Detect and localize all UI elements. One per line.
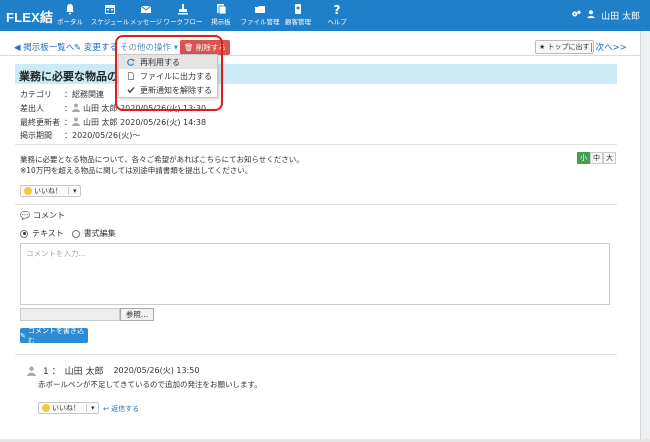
nav-board-label: 掲示板 [211,18,231,26]
updater-label: 最終更新者 [20,118,60,127]
category-value: ：総務関連 [64,90,104,99]
highlight-annotation [115,35,223,111]
period-label: 掲示期間 [20,131,52,140]
category-label: カテゴリ [20,90,52,99]
post-toolbar: ◀ 掲示板一覧へ ✎ 変更する その他の操作 ▾ 🗑 削除する ★ トップに出す… [0,36,640,56]
comment-icon: 💬 [20,211,30,220]
period-value: ：2020/05/26(火)～ [64,131,141,140]
comment-number: 1 ： [43,367,61,377]
submit-comment-button[interactable]: ✎ コメントを書き込む [20,326,88,345]
to-top-label: トップに出す [547,43,590,51]
next-label: 次へ>> [595,43,627,53]
rich-mode-label[interactable]: 書式編集 [84,228,116,239]
chevron-down-icon[interactable]: ▾ [86,404,95,412]
top-nav-bar: FLEX結 ポータル スケジュール メッセージ ワークフロー 掲示板 ファイル管… [0,0,650,31]
text-mode-label[interactable]: テキスト [32,228,64,239]
comment-input[interactable]: コメントを入力... [20,243,610,305]
body-line-1: 業務に必要となる物品について、各々ご希望があればこちらにてお知らせください。 [20,155,304,164]
period-row: 掲示期間 ：2020/05/26(火)～ [20,130,140,141]
font-size-small[interactable]: 小 [577,152,590,164]
avatar [27,366,36,376]
avatar [72,117,80,126]
user-area[interactable]: 山田 太郎 [571,9,640,22]
scrollbar[interactable] [640,31,650,442]
back-to-list-link[interactable]: ◀ 掲示板一覧へ [14,41,74,53]
like-label: いいね！ [34,187,62,195]
comment-header: 1 ： 山田 太郎 2020/05/26(火) 13:50 [27,364,199,377]
editor-mode-row: テキスト 書式編集 [20,228,116,239]
nav-help[interactable]: ? ヘルプ [307,3,367,26]
pencil-icon: ✎ [20,331,26,340]
reply-link[interactable]: ↩ 返信する [103,404,139,414]
to-top-button[interactable]: ★ トップに出す [535,40,594,54]
updater-row: 最終更新者：山田 太郎 2020/05/26(火) 14:38 [20,117,207,127]
user-icon [586,9,596,22]
comment-date: 2020/05/26(火) 13:50 [113,366,200,375]
smile-icon [42,404,50,412]
comment-title-text: コメント [32,211,65,220]
smile-icon [24,187,32,195]
post-title: 業務に必要な物品の募集 [15,64,617,84]
edit-link[interactable]: ✎ 変更する [74,41,118,53]
avatar [72,103,80,112]
browse-button[interactable]: 参照... [120,308,154,321]
comment-section-title: 💬 コメント [20,210,65,221]
next-link[interactable]: | 次へ>> [590,41,627,53]
updater-value: 山田 太郎 2020/05/26(火) 14:38 [83,118,207,127]
reply-label: 返信する [111,405,140,413]
body-line-2: ※10万円を超える物品に関しては別途申請書類を提出してください。 [20,166,253,175]
divider [15,354,617,355]
submit-comment-label: コメントを書き込む [27,326,84,345]
divider [15,144,617,145]
nav-help-label: ヘルプ [327,18,347,26]
gear-icon[interactable] [571,9,581,22]
comment-like-button[interactable]: いいね！ ▾ [38,402,99,414]
edit-label: 変更する [83,43,118,53]
post-body: 業務に必要となる物品について、各々ご希望があればこちらにてお知らせください。 ※… [20,154,304,176]
comment-like-label: いいね！ [52,404,80,412]
chevron-down-icon[interactable]: ▾ [68,187,77,195]
rich-mode-radio[interactable] [71,229,80,238]
category-row: カテゴリ ：総務関連 [20,89,104,100]
divider [15,204,617,205]
font-size-large[interactable]: 大 [603,152,616,164]
like-button[interactable]: いいね！ ▾ [20,185,81,197]
comment-author[interactable]: 山田 太郎 [65,364,104,377]
comment-text: 赤ボールペンが不足してきているので追加の発注をお願いします。 [38,380,262,389]
help-icon: ? [333,3,341,17]
user-name[interactable]: 山田 太郎 [601,9,640,22]
file-path-field[interactable] [20,308,120,321]
sender-label: 差出人 [20,104,44,113]
text-mode-radio[interactable] [20,229,28,238]
font-size-switcher: 小 中 大 [577,152,616,164]
font-size-medium[interactable]: 中 [590,152,603,164]
